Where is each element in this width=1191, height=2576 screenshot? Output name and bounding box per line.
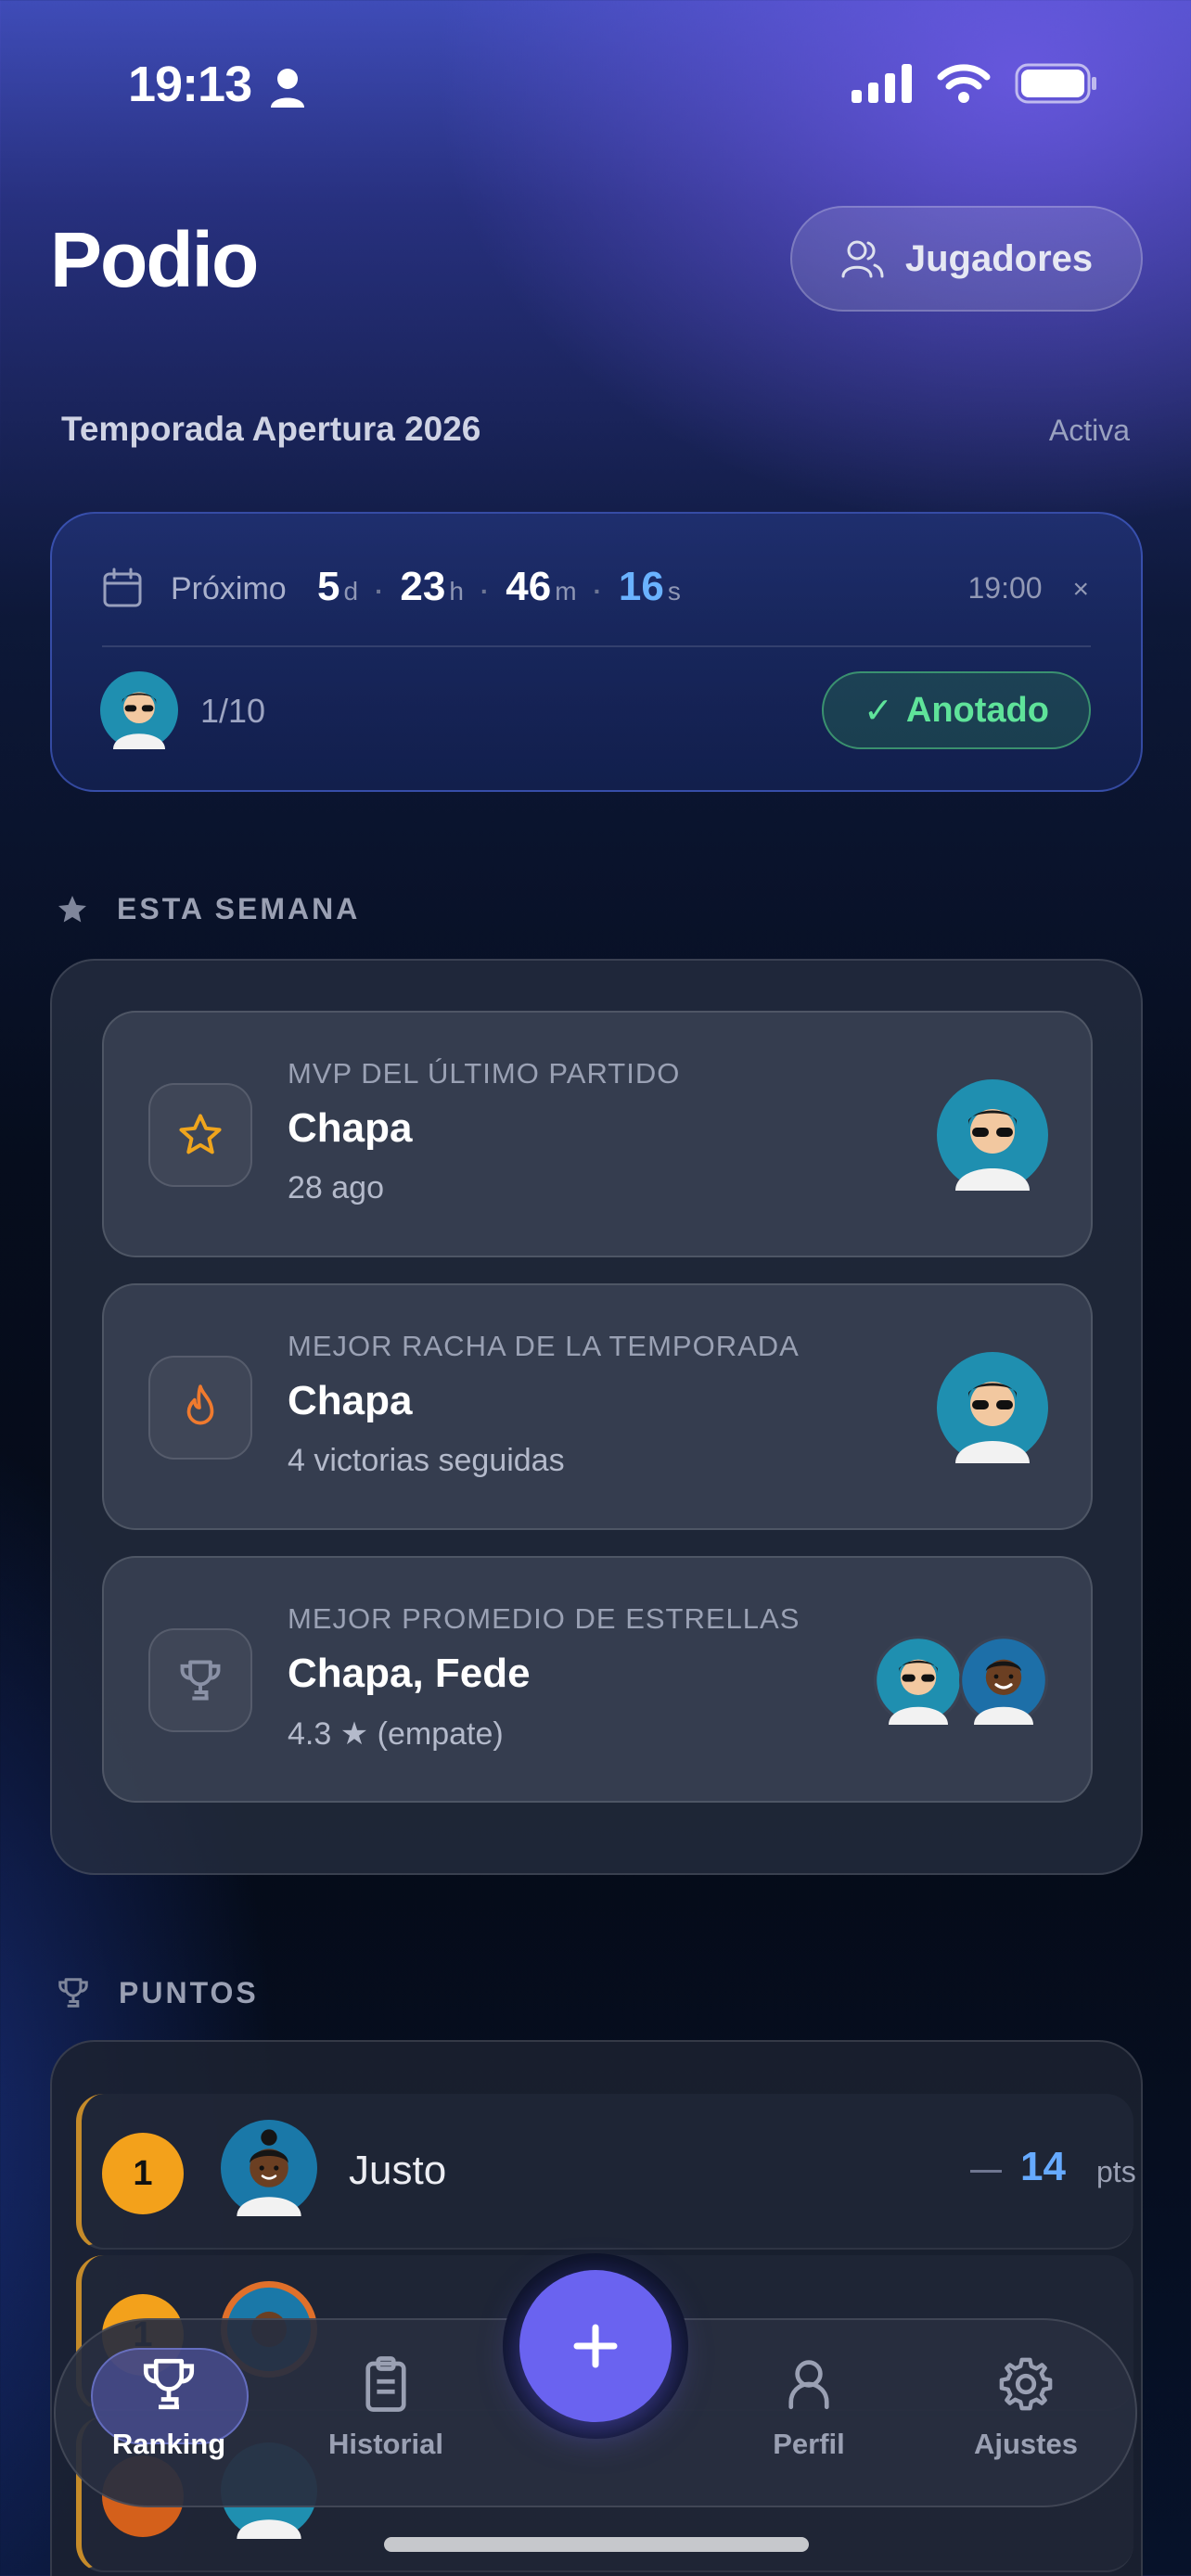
week-heading-label: ESTA SEMANA — [117, 892, 361, 925]
avatar-chapa — [100, 671, 178, 749]
trend-flat-icon — [970, 2170, 1002, 2173]
countdown-minutes: 46 — [506, 564, 552, 609]
award-player-name: Chapa — [288, 1105, 413, 1151]
card-divider — [102, 645, 1091, 647]
person-icon — [788, 2360, 829, 2410]
players-button[interactable]: Jugadores — [790, 206, 1143, 312]
player-name: Justo — [349, 2148, 447, 2193]
award-mvp[interactable]: MVP DEL ÚLTIMO PARTIDO Chapa 28 ago — [102, 1011, 1093, 1257]
week-heading: ESTA SEMANA — [56, 892, 360, 926]
avatar-chapa — [874, 1636, 963, 1725]
award-kicker: MVP DEL ÚLTIMO PARTIDO — [288, 1057, 681, 1090]
week-awards: MVP DEL ÚLTIMO PARTIDO Chapa 28 ago MEJO… — [50, 959, 1143, 1875]
nav-label: Ajustes — [974, 2428, 1078, 2460]
joined-label: Anotado — [905, 690, 1049, 730]
avatar-chapa — [937, 1352, 1048, 1463]
check-icon: ✓ — [864, 691, 893, 731]
award-detail: 4.3 ★ (empate) — [288, 1716, 504, 1752]
players-button-label: Jugadores — [904, 237, 1094, 279]
award-icon-box — [148, 1356, 252, 1460]
points-unit: pts — [1096, 2155, 1136, 2188]
users-icon — [841, 240, 884, 278]
nav-item-ajustes[interactable]: Ajustes — [933, 2320, 1119, 2509]
award-player-name: Chapa — [288, 1378, 413, 1423]
countdown-days-unit: d — [343, 577, 359, 606]
nav-item-ranking[interactable]: Ranking — [76, 2320, 262, 2509]
next-match-card[interactable]: Próximo 5d · 23 h · 46 m · 16 s 19:00 × 1/1… — [50, 512, 1143, 792]
clipboard-icon — [365, 2356, 406, 2412]
points-value: 14 — [1020, 2144, 1066, 2189]
award-kicker: MEJOR RACHA DE LA TEMPORADA — [288, 1330, 800, 1362]
award-detail: 4 victorias seguidas — [288, 1443, 565, 1478]
countdown-seconds: 16 — [618, 564, 664, 609]
plus-icon — [573, 2324, 618, 2368]
joined-button[interactable]: ✓ Anotado — [822, 671, 1091, 749]
close-icon[interactable]: × — [1072, 574, 1089, 605]
countdown-sep: · — [593, 577, 602, 606]
countdown-sep: · — [375, 577, 384, 606]
table-row[interactable]: 1 Justo 14 pts — [76, 2094, 1136, 2250]
star-icon — [58, 895, 86, 922]
countdown-sep: · — [480, 577, 490, 606]
points-heading: PUNTOS — [56, 1975, 259, 2010]
nav-label: Ranking — [111, 2428, 226, 2460]
next-match-time: 19:00 × — [968, 571, 1090, 606]
nav-item-historial[interactable]: Historial — [293, 2320, 479, 2509]
nav-label: Perfil — [773, 2428, 845, 2460]
next-match-label: Próximo — [171, 571, 287, 606]
countdown-hours-unit: h — [449, 577, 464, 606]
battery-icon — [1015, 63, 1096, 104]
page-title: Podio — [50, 216, 259, 303]
trophy-icon — [143, 2358, 195, 2410]
countdown-seconds-unit: s — [667, 577, 681, 606]
nav-item-perfil[interactable]: Perfil — [716, 2320, 902, 2509]
status-indicators — [852, 63, 1098, 104]
avatar-chapa — [937, 1079, 1048, 1191]
countdown: 5d · 23 h · 46 m · 16 s — [317, 564, 681, 610]
gear-icon — [999, 2357, 1053, 2411]
award-player-name: Chapa, Fede — [288, 1651, 531, 1696]
award-icon-box — [148, 1083, 252, 1187]
countdown-minutes-unit: m — [555, 577, 577, 606]
avatar-justo — [221, 2120, 317, 2216]
avatar-fede — [959, 1636, 1048, 1725]
award-detail: 28 ago — [288, 1170, 384, 1205]
countdown-hours: 23 — [400, 564, 446, 609]
status-time: 19:13 — [128, 57, 252, 112]
season-status: Activa — [1048, 414, 1130, 447]
calendar-icon — [103, 567, 142, 607]
wifi-icon — [937, 64, 991, 103]
flame-icon — [186, 1384, 214, 1425]
next-match-time-value: 19:00 — [967, 571, 1043, 605]
add-match-button[interactable] — [519, 2270, 672, 2422]
award-icon-box — [148, 1628, 252, 1732]
trophy-icon — [58, 1978, 88, 2008]
user-status-icon — [271, 69, 304, 108]
countdown-days: 5 — [317, 564, 340, 609]
signal-icon — [852, 64, 912, 103]
award-stars[interactable]: MEJOR PROMEDIO DE ESTRELLAS Chapa, Fede … — [102, 1556, 1093, 1803]
star-icon — [179, 1114, 222, 1154]
season-name: Temporada Apertura 2026 — [61, 410, 481, 448]
award-kicker: MEJOR PROMEDIO DE ESTRELLAS — [288, 1602, 800, 1635]
award-streak[interactable]: MEJOR RACHA DE LA TEMPORADA Chapa 4 vict… — [102, 1283, 1093, 1530]
signed-count: 1/10 — [200, 692, 266, 730]
home-indicator — [384, 2537, 809, 2552]
points-heading-label: PUNTOS — [119, 1975, 259, 2009]
trophy-icon — [180, 1660, 221, 1701]
nav-label: Historial — [327, 2428, 444, 2460]
rank-badge: 1 — [102, 2133, 184, 2214]
